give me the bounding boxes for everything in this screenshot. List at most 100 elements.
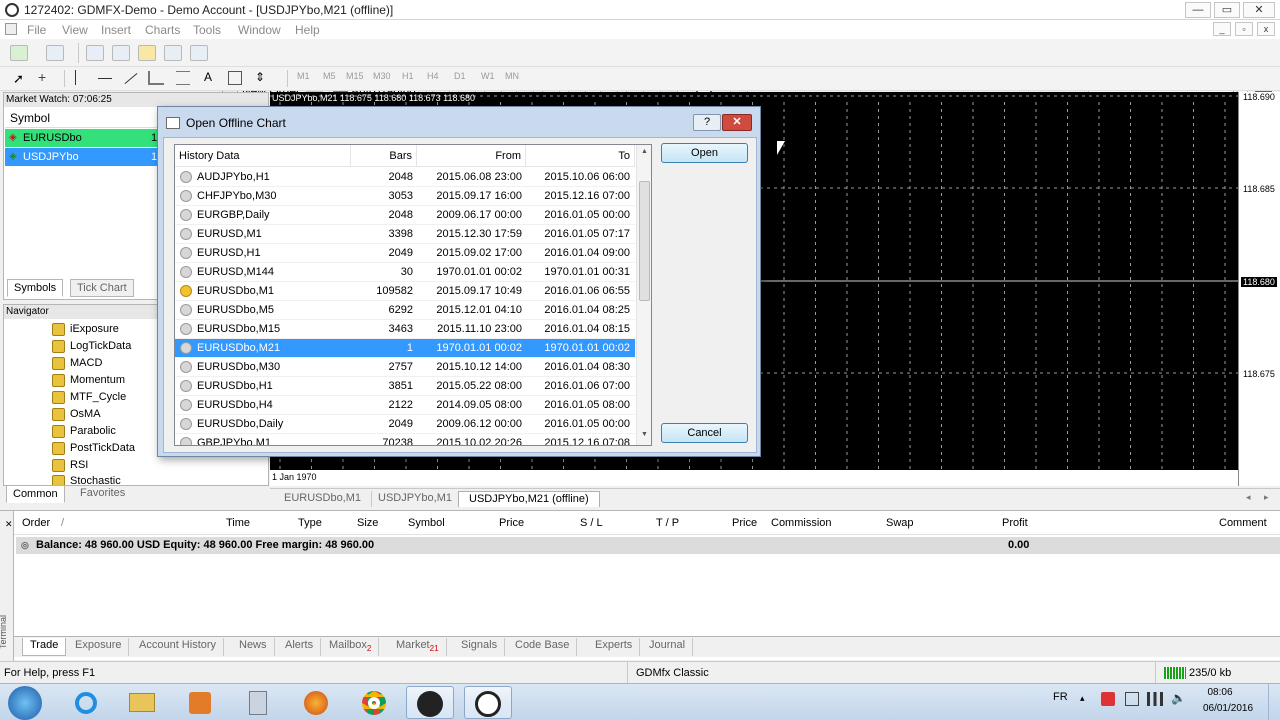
th-time[interactable]: Time: [226, 517, 250, 529]
document-icon[interactable]: [5, 23, 17, 35]
history-row[interactable]: EURUSDbo,H4 2122 2014.09.05 08:00 2016.01.0…: [175, 396, 635, 415]
tab-scroll-right-icon[interactable]: ▸: [1264, 492, 1269, 503]
history-row[interactable]: CHFJPYbo,M30 3053 2015.09.17 16:00 2015.12.…: [175, 187, 635, 206]
text-label-icon[interactable]: [228, 71, 242, 85]
history-row[interactable]: EURGBP,Daily 2048 2009.06.17 00:00 2016.01.…: [175, 206, 635, 225]
th-price[interactable]: Price: [499, 517, 524, 529]
taskbar-calculator-icon[interactable]: [234, 686, 282, 719]
taskbar-firefox-icon[interactable]: [292, 686, 340, 719]
scrollbar-thumb[interactable]: [639, 181, 650, 301]
nav-item-momentum[interactable]: Momentum: [40, 372, 125, 389]
terminal-tab-experts[interactable]: Experts: [588, 638, 641, 656]
cancel-button[interactable]: Cancel: [661, 423, 748, 443]
text-icon[interactable]: A: [204, 70, 212, 84]
terminal-tab-alerts[interactable]: Alerts: [278, 638, 322, 656]
th-commission[interactable]: Commission: [771, 517, 832, 529]
tf-w1[interactable]: W1: [481, 71, 495, 81]
nav-item-osma[interactable]: OsMA: [40, 406, 101, 423]
market-watch-toggle-icon[interactable]: [86, 45, 104, 61]
child-close-button[interactable]: x: [1257, 22, 1275, 36]
col-bars[interactable]: Bars: [351, 145, 417, 167]
tf-m1[interactable]: M1: [297, 71, 310, 81]
tf-h1[interactable]: H1: [402, 71, 414, 81]
clock-time[interactable]: 08:06: [1196, 687, 1244, 698]
dialog-help-button[interactable]: ?: [693, 114, 721, 131]
arrows-icon[interactable]: ⇕: [255, 70, 265, 84]
balance-row[interactable]: ◎ Balance: 48 960.00 USD Equity: 48 960.…: [16, 537, 1280, 554]
chart-tab-usdjpybo-m1[interactable]: USDJPYbo,M1: [368, 491, 463, 507]
list-scrollbar[interactable]: ▲ ▼: [636, 145, 651, 445]
history-row[interactable]: GBPJPYbo,M1 70238 2015.10.02 20:26 2015.12.…: [175, 434, 635, 445]
history-row[interactable]: EURUSDbo,M21 1 1970.01.01 00:02 1970.01.01 …: [175, 339, 635, 358]
th-order[interactable]: Order: [22, 517, 50, 529]
tab-favorites[interactable]: Favorites: [74, 485, 131, 503]
menu-charts[interactable]: Charts: [145, 23, 180, 37]
col-history-data[interactable]: History Data: [175, 145, 351, 167]
menu-help[interactable]: Help: [295, 23, 320, 37]
history-row[interactable]: EURUSDbo,Daily 2049 2009.06.12 00:00 2016.0…: [175, 415, 635, 434]
show-hidden-icons-icon[interactable]: ▴: [1080, 693, 1085, 704]
taskbar-obs-icon[interactable]: [406, 686, 454, 719]
open-button[interactable]: Open: [661, 143, 748, 163]
terminal-tab-trade[interactable]: Trade: [22, 638, 67, 656]
tf-m30[interactable]: M30: [373, 71, 391, 81]
taskbar-ie-icon[interactable]: [62, 686, 110, 719]
nav-item-mtf-cycle[interactable]: MTF_Cycle: [40, 389, 126, 406]
taskbar-media-icon[interactable]: [176, 686, 224, 719]
menu-window[interactable]: Window: [238, 23, 281, 37]
tf-mn[interactable]: MN: [505, 71, 519, 81]
th-price-current[interactable]: Price: [732, 517, 757, 529]
history-row[interactable]: EURUSD,M144 30 1970.01.01 00:02 1970.01.01 …: [175, 263, 635, 282]
menu-file[interactable]: File: [27, 23, 46, 37]
scroll-down-icon[interactable]: ▼: [641, 431, 648, 438]
terminal-tab-news[interactable]: News: [232, 638, 275, 656]
nav-item-iexposure[interactable]: iExposure: [40, 321, 119, 338]
nav-item-posttickdata[interactable]: PostTickData: [40, 440, 135, 457]
horizontal-line-icon[interactable]: [98, 78, 112, 79]
terminal-icon[interactable]: [164, 45, 182, 61]
maximize-button[interactable]: ▭: [1214, 2, 1240, 18]
dialog-close-button[interactable]: ✕: [722, 114, 752, 131]
nav-item-rsi[interactable]: RSI: [40, 457, 88, 474]
strategy-tester-icon[interactable]: [190, 45, 208, 61]
nav-item-parabolic[interactable]: Parabolic: [40, 423, 116, 440]
new-chart-icon[interactable]: [10, 45, 28, 61]
terminal-tab-account-history[interactable]: Account History: [132, 638, 225, 656]
volume-icon[interactable]: 🔈: [1171, 691, 1186, 705]
tab-tick-chart[interactable]: Tick Chart: [70, 279, 134, 297]
col-from[interactable]: From: [417, 145, 526, 167]
tab-symbols[interactable]: Symbols: [7, 279, 64, 297]
tf-m15[interactable]: M15: [346, 71, 364, 81]
history-row[interactable]: EURUSD,M1 3398 2015.12.30 17:59 2016.01.05 …: [175, 225, 635, 244]
menu-view[interactable]: View: [62, 23, 88, 37]
th-comment[interactable]: Comment: [1219, 517, 1267, 529]
nav-item-logtickdata[interactable]: LogTickData: [40, 338, 131, 355]
history-data-list[interactable]: History Data Bars From To AUDJPYbo,H1 204…: [174, 144, 652, 446]
navigator-icon[interactable]: [138, 45, 156, 61]
action-center-icon[interactable]: [1101, 692, 1115, 706]
nav-item-macd[interactable]: MACD: [40, 355, 102, 372]
terminal-tab-exposure[interactable]: Exposure: [68, 638, 130, 656]
channel-icon[interactable]: [148, 71, 164, 85]
chart-tab-usdjpybo-m21[interactable]: USDJPYbo,M21 (offline): [458, 491, 600, 507]
crosshair-icon[interactable]: +: [38, 69, 46, 85]
history-row[interactable]: EURUSD,H1 2049 2015.09.02 17:00 2016.01.04 …: [175, 244, 635, 263]
chart-tab-eurusdbo-m1[interactable]: EURUSDbo,M1: [274, 491, 373, 507]
nav-item-stochastic[interactable]: Stochastic: [40, 473, 121, 485]
cursor-icon[interactable]: ➚: [13, 71, 24, 87]
th-size[interactable]: Size: [357, 517, 378, 529]
th-sl[interactable]: S / L: [580, 517, 603, 529]
tf-d1[interactable]: D1: [454, 71, 466, 81]
history-row[interactable]: EURUSDbo,M15 3463 2015.11.10 23:00 2016.01.…: [175, 320, 635, 339]
terminal-tab-market[interactable]: Market21: [389, 638, 447, 656]
tab-scroll-left-icon[interactable]: ◂: [1246, 492, 1251, 503]
trendline-icon[interactable]: [124, 72, 138, 85]
tf-m5[interactable]: M5: [323, 71, 336, 81]
terminal-close-icon[interactable]: ✕: [5, 519, 13, 530]
history-row[interactable]: EURUSDbo,M5 6292 2015.12.01 04:10 2016.01.0…: [175, 301, 635, 320]
start-button-icon[interactable]: [8, 686, 42, 720]
th-tp[interactable]: T / P: [656, 517, 679, 529]
terminal-tab-mailbox[interactable]: Mailbox2: [322, 638, 380, 656]
fibonacci-icon[interactable]: [176, 71, 190, 85]
th-symbol[interactable]: Symbol: [408, 517, 445, 529]
